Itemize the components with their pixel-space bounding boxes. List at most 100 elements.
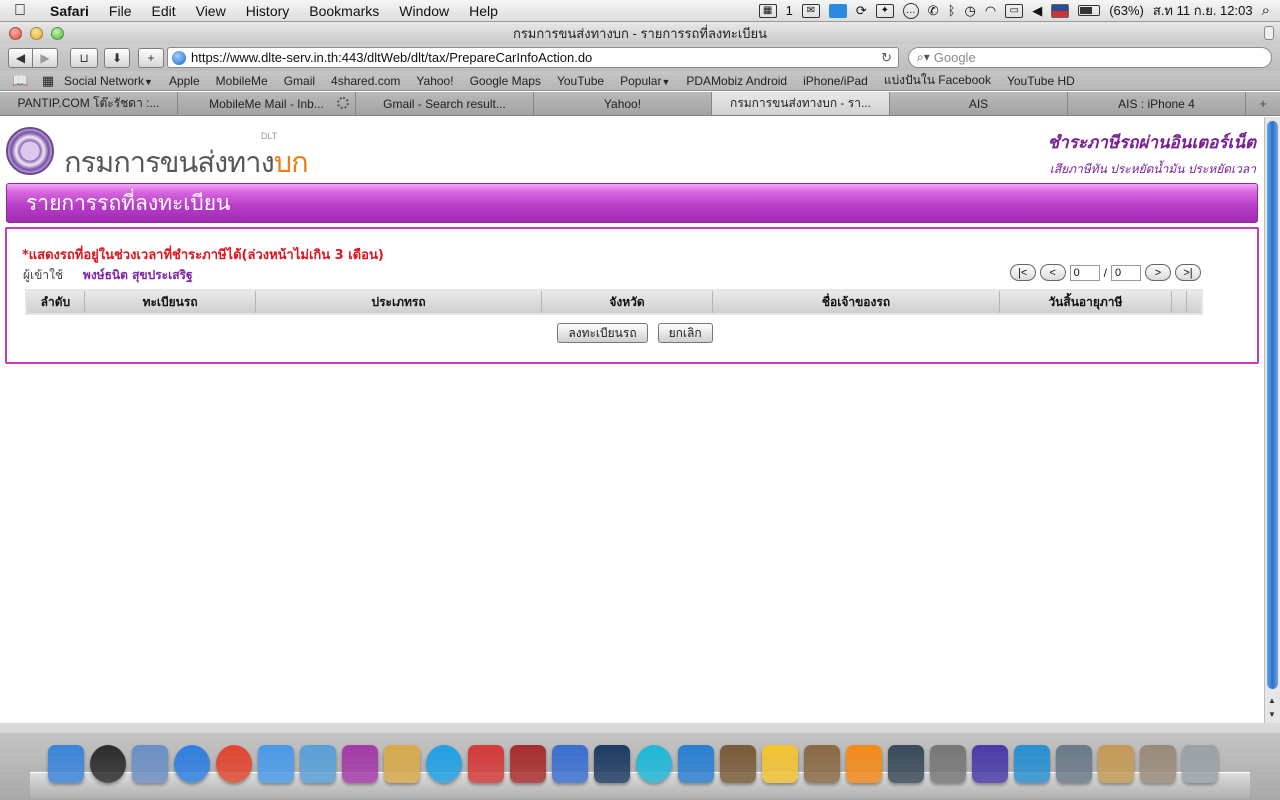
tab-ais-iphone[interactable]: AIS : iPhone 4 bbox=[1068, 92, 1246, 115]
menu-clock[interactable]: ส.ท 11 ก.ย. 12:03 bbox=[1153, 0, 1253, 21]
downloads-stack-icon[interactable] bbox=[1140, 745, 1176, 783]
photoshop-icon[interactable] bbox=[594, 745, 630, 783]
forward-button[interactable]: ▶ bbox=[33, 47, 58, 68]
duck-app-icon[interactable] bbox=[762, 745, 798, 783]
bluetooth-app-icon[interactable] bbox=[678, 745, 714, 783]
address-book-icon[interactable] bbox=[300, 745, 336, 783]
skype-icon[interactable] bbox=[426, 745, 462, 783]
time-machine-icon[interactable] bbox=[888, 745, 924, 783]
tab-mobileme-mail[interactable]: MobileMe Mail - Inb... bbox=[178, 92, 356, 115]
bookmark-iphone-ipad[interactable]: iPhone/iPad bbox=[795, 74, 876, 88]
battery-percent[interactable]: (63%) bbox=[1109, 3, 1144, 18]
scroll-up-arrow-icon[interactable]: ▲ bbox=[1268, 696, 1276, 705]
bookmark-facebook-share[interactable]: แบ่งปันใน Facebook bbox=[876, 71, 999, 90]
tab-yahoo[interactable]: Yahoo! bbox=[534, 92, 712, 115]
cancel-button[interactable]: ยกเลิก bbox=[657, 323, 713, 343]
register-car-button[interactable]: ลงทะเบียนรถ bbox=[557, 323, 648, 343]
bookmark-apple[interactable]: Apple bbox=[161, 74, 208, 88]
calendar-status-icon[interactable]: ▦ bbox=[758, 3, 777, 18]
mail-icon[interactable] bbox=[132, 745, 168, 783]
itunes-icon[interactable] bbox=[552, 745, 588, 783]
app-badge-icon[interactable] bbox=[342, 745, 378, 783]
next-page-button[interactable]: > bbox=[1145, 264, 1171, 281]
downloads-button[interactable]: ⬇ bbox=[104, 47, 130, 68]
tab-gmail[interactable]: Gmail - Search result... bbox=[356, 92, 534, 115]
safari-icon[interactable] bbox=[174, 745, 210, 783]
menu-bookmarks[interactable]: Bookmarks bbox=[299, 3, 389, 19]
ichat-icon[interactable] bbox=[258, 745, 294, 783]
image-capture-icon[interactable] bbox=[720, 745, 756, 783]
menu-app-safari[interactable]: Safari bbox=[40, 3, 99, 19]
back-button[interactable]: ◀ bbox=[8, 47, 33, 68]
last-page-button[interactable]: >| bbox=[1175, 264, 1201, 281]
chat-status-icon[interactable]: … bbox=[902, 2, 919, 19]
ical-icon[interactable] bbox=[468, 745, 504, 783]
trash-icon[interactable] bbox=[1182, 745, 1218, 783]
top-sites-grid-icon[interactable]: ▦ bbox=[40, 73, 56, 89]
menu-view[interactable]: View bbox=[186, 3, 236, 19]
reload-icon[interactable]: ↻ bbox=[881, 50, 892, 66]
bookmark-pdamobiz[interactable]: PDAMobiz Android bbox=[678, 74, 795, 88]
sync-status-icon[interactable]: ⟳ bbox=[856, 3, 867, 19]
bookmark-popular[interactable]: Popular▼ bbox=[612, 74, 678, 88]
dropbox-status-icon[interactable] bbox=[828, 3, 847, 18]
menu-help[interactable]: Help bbox=[459, 3, 508, 19]
battery-icon[interactable] bbox=[1078, 5, 1101, 16]
itunes-remote-icon[interactable] bbox=[972, 745, 1008, 783]
address-url[interactable]: https://www.dlte-serv.in.th:443/dltWeb/d… bbox=[191, 50, 592, 65]
vertical-scrollbar[interactable]: ▲ ▼ bbox=[1264, 117, 1280, 723]
tab-pantip[interactable]: PANTIP.COM โต๊ะรัชดา :... bbox=[0, 92, 178, 115]
script-status-icon[interactable]: ✦ bbox=[875, 3, 894, 18]
address-bar[interactable]: https://www.dlte-serv.in.th:443/dltWeb/d… bbox=[167, 47, 899, 68]
site-logo-text[interactable]: กรมการขนส่งทางบก bbox=[64, 139, 309, 185]
bluetooth-status-icon[interactable]: ᛒ bbox=[948, 3, 956, 18]
close-window-button[interactable] bbox=[9, 26, 22, 40]
wave-app-icon[interactable] bbox=[1014, 745, 1050, 783]
bookmark-4shared[interactable]: 4shared.com bbox=[323, 74, 408, 88]
bookmark-yahoo[interactable]: Yahoo! bbox=[408, 74, 461, 88]
add-bookmark-button[interactable]: + bbox=[138, 47, 164, 68]
spotlight-icon[interactable]: ⌕ bbox=[1262, 2, 1270, 19]
display-status-icon[interactable]: ▭ bbox=[1005, 3, 1024, 18]
system-preferences-icon[interactable] bbox=[930, 745, 966, 783]
vlc-icon[interactable] bbox=[846, 745, 882, 783]
documents-stack-icon[interactable] bbox=[1098, 745, 1134, 783]
scrollbar-thumb[interactable] bbox=[1267, 121, 1278, 689]
mail-status-icon[interactable]: ✉ bbox=[801, 3, 820, 18]
menu-edit[interactable]: Edit bbox=[141, 3, 185, 19]
bookmarks-view-button[interactable]: ⊔ bbox=[70, 47, 98, 68]
new-tab-button[interactable]: + bbox=[1246, 92, 1280, 115]
dictionary-icon[interactable] bbox=[510, 745, 546, 783]
first-page-button[interactable]: |< bbox=[1009, 264, 1036, 281]
menu-history[interactable]: History bbox=[236, 3, 300, 19]
menu-window[interactable]: Window bbox=[389, 3, 459, 19]
prev-page-button[interactable]: < bbox=[1039, 264, 1066, 281]
reading-list-icon[interactable]: 📖 bbox=[12, 73, 28, 89]
dashboard-icon[interactable] bbox=[90, 745, 126, 783]
input-source-flag-icon[interactable] bbox=[1051, 3, 1070, 18]
bookmark-google-maps[interactable]: Google Maps bbox=[462, 74, 549, 88]
zoom-window-button[interactable] bbox=[51, 26, 64, 40]
toolbar-toggle-button[interactable] bbox=[1264, 26, 1274, 40]
photo-booth-icon[interactable] bbox=[1056, 745, 1092, 783]
menu-file[interactable]: File bbox=[99, 3, 142, 19]
bookmark-social-network[interactable]: Social Network▼ bbox=[56, 74, 161, 88]
bookmark-youtube-hd[interactable]: YouTube HD bbox=[999, 74, 1083, 88]
finder-icon[interactable] bbox=[48, 745, 84, 783]
tab-ais[interactable]: AIS bbox=[890, 92, 1068, 115]
minimize-window-button[interactable] bbox=[30, 26, 43, 40]
globe-app-icon[interactable] bbox=[636, 745, 672, 783]
preview-icon[interactable] bbox=[804, 745, 840, 783]
address-card-icon[interactable] bbox=[384, 745, 420, 783]
scroll-down-arrow-icon[interactable]: ▼ bbox=[1268, 710, 1276, 719]
time-machine-status-icon[interactable]: ◷ bbox=[965, 3, 976, 19]
search-field[interactable]: ⌕▾ Google bbox=[908, 47, 1272, 68]
bookmark-gmail[interactable]: Gmail bbox=[276, 74, 323, 88]
chrome-icon[interactable] bbox=[216, 745, 252, 783]
bookmark-mobileme[interactable]: MobileMe bbox=[208, 74, 276, 88]
volume-status-icon[interactable]: ◀ bbox=[1032, 3, 1042, 19]
tab-dlt-active[interactable]: กรมการขนส่งทางบก - รา... bbox=[712, 92, 890, 115]
wifi-status-icon[interactable]: ◠ bbox=[985, 3, 996, 19]
current-page-input[interactable]: 0 bbox=[1069, 264, 1100, 281]
apple-menu-icon[interactable]:  bbox=[0, 2, 40, 20]
